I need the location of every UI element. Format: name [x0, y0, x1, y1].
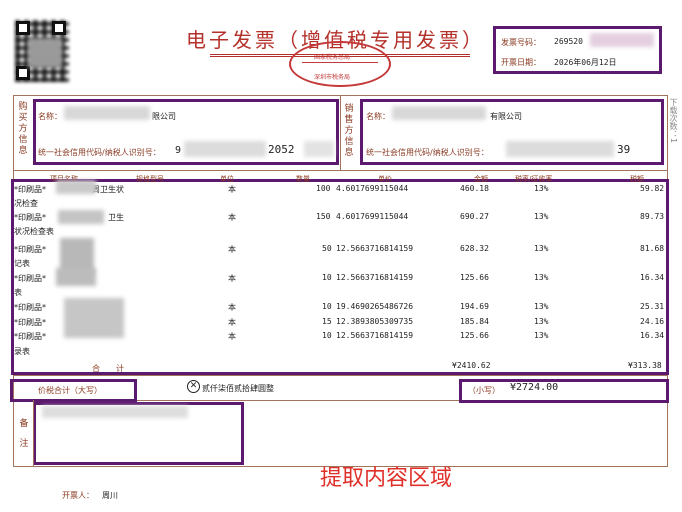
invoice-number-label: 发票号码： — [501, 38, 541, 47]
invoice-date-value: 2026年06月12日 — [554, 58, 617, 67]
buyer-tax-suffix: 2052 — [268, 143, 295, 156]
issuer-label: 开票人： — [62, 491, 94, 500]
seller-tax-redaction — [506, 141, 614, 157]
buyer-name-value: 限公司 — [152, 112, 176, 121]
item-name-redaction — [64, 298, 124, 338]
total-uppercase-label: 价税合计（大写） — [38, 386, 102, 395]
seller-name-value: 有限公司 — [490, 112, 522, 121]
header-tax-rate: 税率/征收率 — [515, 175, 553, 183]
buyer-tax-label: 统一社会信用代码/纳税人识别号： — [38, 148, 161, 157]
item-name-redaction — [56, 268, 96, 286]
cross-circle-icon: ✕ — [187, 380, 200, 393]
issuer-value: 周川 — [102, 491, 118, 500]
extraction-area-caption: 提取内容区域 — [320, 466, 453, 491]
seller-section-label: 销售方信息 — [344, 104, 354, 158]
header-qty: 数量 — [296, 175, 310, 183]
seller-tax-label: 统一社会信用代码/纳税人识别号： — [366, 148, 489, 157]
invoice-date-label: 开票日期： — [501, 58, 541, 67]
header-price: 单价 — [378, 175, 392, 183]
total-small-value: ¥2724.00 — [510, 382, 559, 393]
download-count: 下载次数：1 — [669, 98, 678, 144]
remarks-redaction — [42, 406, 188, 418]
seller-name-redaction — [392, 106, 486, 120]
total-amount: ¥2410.62 — [452, 361, 491, 370]
item-name-redaction — [58, 210, 104, 224]
buyer-section-label: 购买方信息 — [18, 102, 28, 156]
remarks-label: 备注 — [19, 419, 29, 449]
header-spec: 规格型号 — [136, 175, 164, 183]
buyer-tax-redaction — [184, 141, 266, 157]
total-label: 合 计 — [92, 364, 124, 373]
invoice-number-value: 269520 — [554, 37, 583, 46]
item-name-redaction — [56, 180, 96, 194]
total-small-label: （小写） — [468, 386, 500, 395]
seller-tax-suffix: 39 — [617, 143, 631, 156]
buyer-tax-prefix: 9 — [175, 145, 182, 156]
header-unit: 单位 — [220, 175, 234, 183]
buyer-name-redaction — [64, 106, 150, 120]
invoice-number-redaction — [590, 33, 654, 47]
total-uppercase-value: 贰仟柒佰贰拾肆圆整 — [202, 384, 274, 393]
total-tax: ¥313.38 — [628, 361, 662, 370]
buyer-name-label: 名称： — [38, 112, 62, 121]
header-amount: 金额 — [474, 175, 488, 183]
seller-name-label: 名称： — [366, 112, 390, 121]
header-tax: 税额 — [630, 175, 644, 183]
buyer-tax-redaction-2 — [304, 141, 334, 157]
